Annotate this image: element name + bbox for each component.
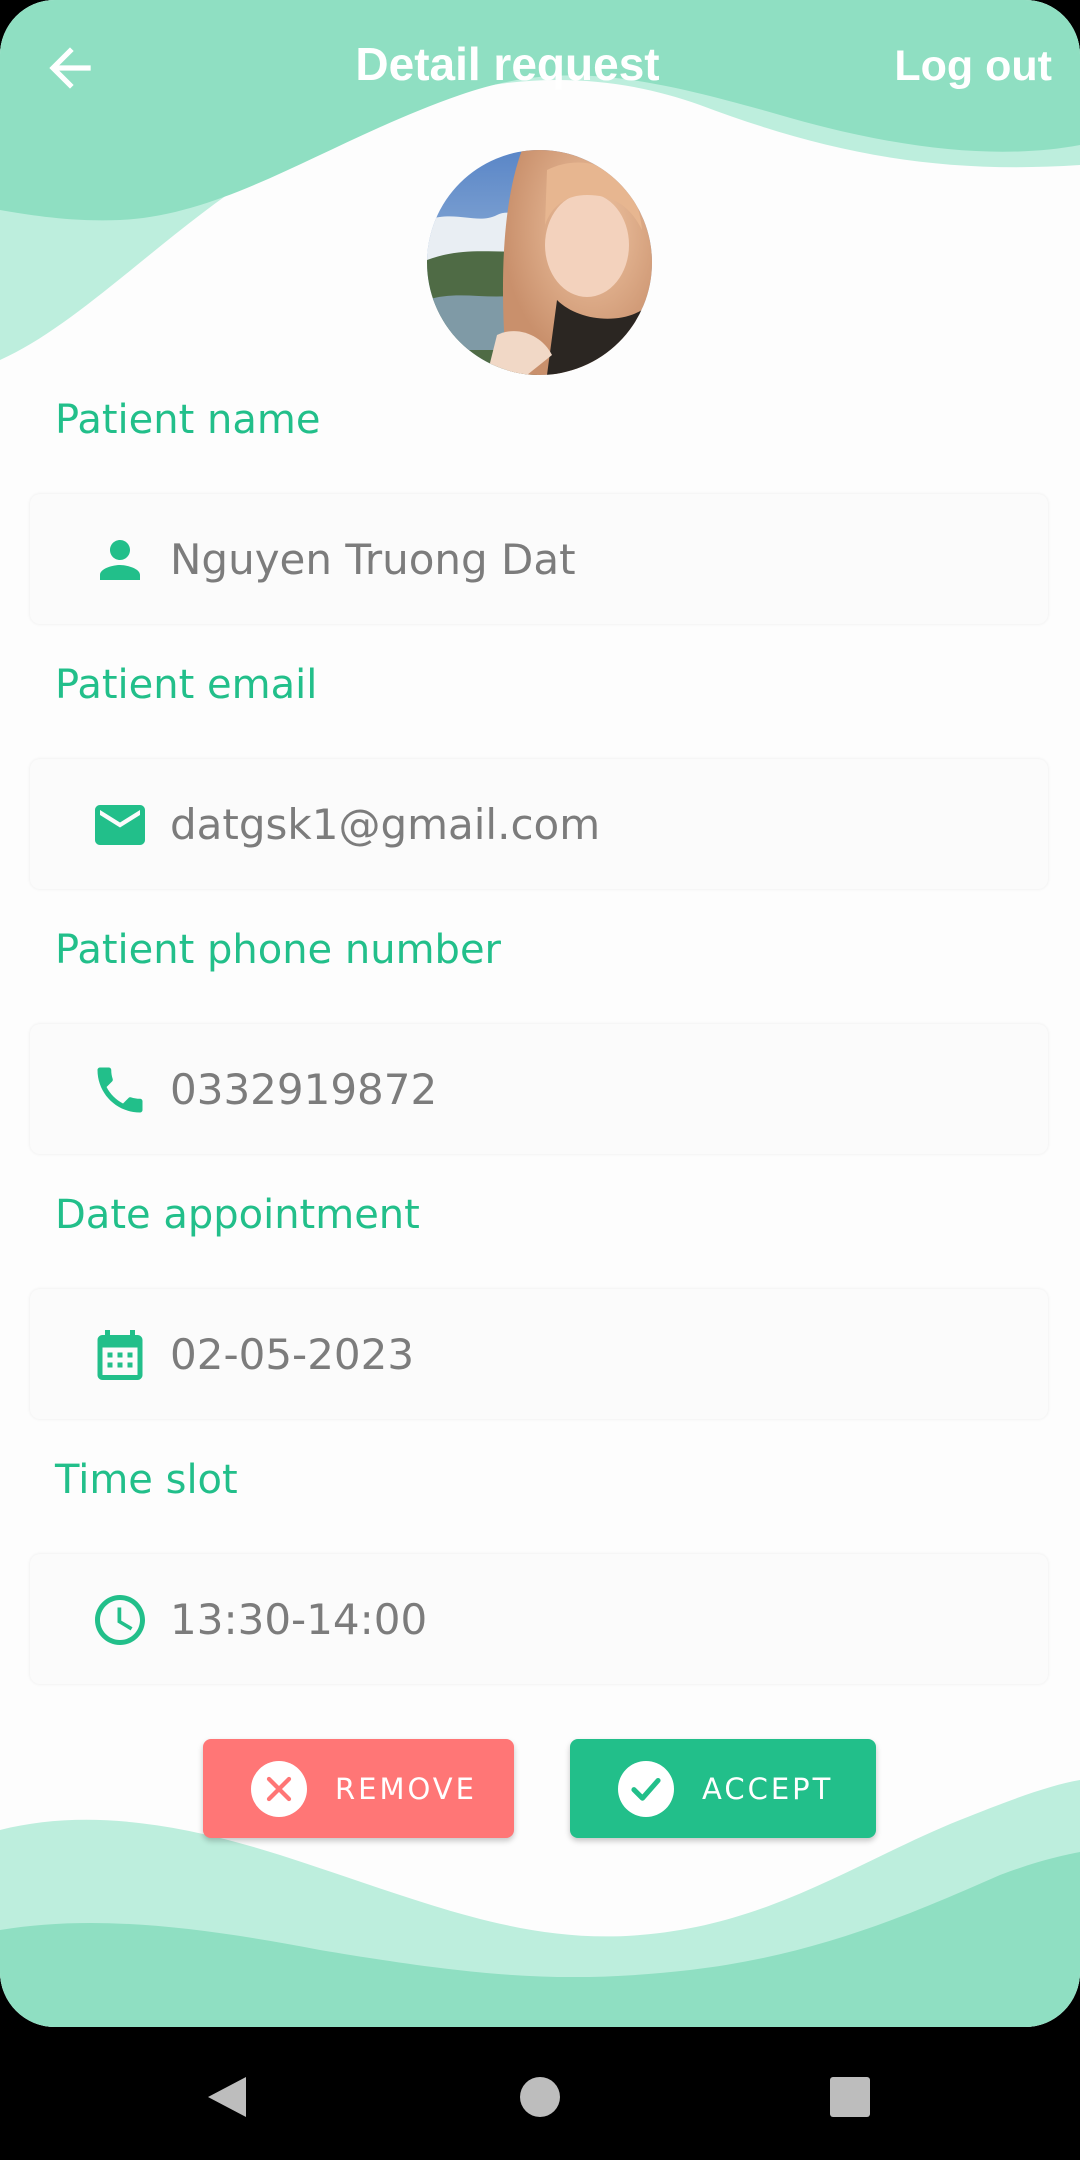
patient-avatar[interactable] — [427, 150, 652, 375]
patient-name-value: Nguyen Truong Dat — [170, 535, 576, 584]
patient-email-field[interactable]: datgsk1@gmail.com — [30, 759, 1048, 889]
patient-phone-label: Patient phone number — [55, 927, 501, 973]
remove-button[interactable]: REMOVE — [203, 1739, 514, 1838]
accept-button[interactable]: ACCEPT — [570, 1739, 876, 1838]
date-appointment-label: Date appointment — [55, 1192, 420, 1238]
app-screen: Detail request Log out Patient name Nguy… — [0, 0, 1080, 2027]
close-icon — [251, 1760, 307, 1817]
phone-icon — [97, 1067, 143, 1113]
clock-icon — [95, 1595, 145, 1645]
logout-button[interactable]: Log out — [894, 38, 1052, 94]
time-slot-value: 13:30-14:00 — [170, 1595, 428, 1644]
date-appointment-field[interactable]: 02-05-2023 — [30, 1289, 1048, 1419]
remove-button-label: REMOVE — [335, 1771, 477, 1806]
patient-avatar-photo — [427, 150, 652, 375]
footer-wave — [0, 1780, 1080, 2027]
patient-email-value: datgsk1@gmail.com — [170, 800, 601, 849]
patient-name-label: Patient name — [55, 397, 321, 443]
accept-button-label: ACCEPT — [702, 1771, 834, 1806]
page-title: Detail request — [355, 38, 660, 90]
patient-phone-value: 0332919872 — [170, 1065, 438, 1114]
nav-recents-icon[interactable] — [810, 2057, 890, 2137]
email-icon — [95, 805, 145, 845]
patient-name-field[interactable]: Nguyen Truong Dat — [30, 494, 1048, 624]
nav-home-icon[interactable] — [500, 2057, 580, 2137]
nav-back-icon[interactable] — [186, 2057, 266, 2137]
check-icon — [618, 1760, 674, 1817]
system-navigation-bar — [0, 2027, 1080, 2160]
patient-phone-field[interactable]: 0332919872 — [30, 1024, 1048, 1154]
time-slot-label: Time slot — [55, 1457, 238, 1503]
date-appointment-value: 02-05-2023 — [170, 1330, 415, 1379]
calendar-icon — [97, 1330, 143, 1380]
person-icon — [100, 540, 140, 580]
time-slot-field[interactable]: 13:30-14:00 — [30, 1554, 1048, 1684]
patient-email-label: Patient email — [55, 662, 318, 708]
